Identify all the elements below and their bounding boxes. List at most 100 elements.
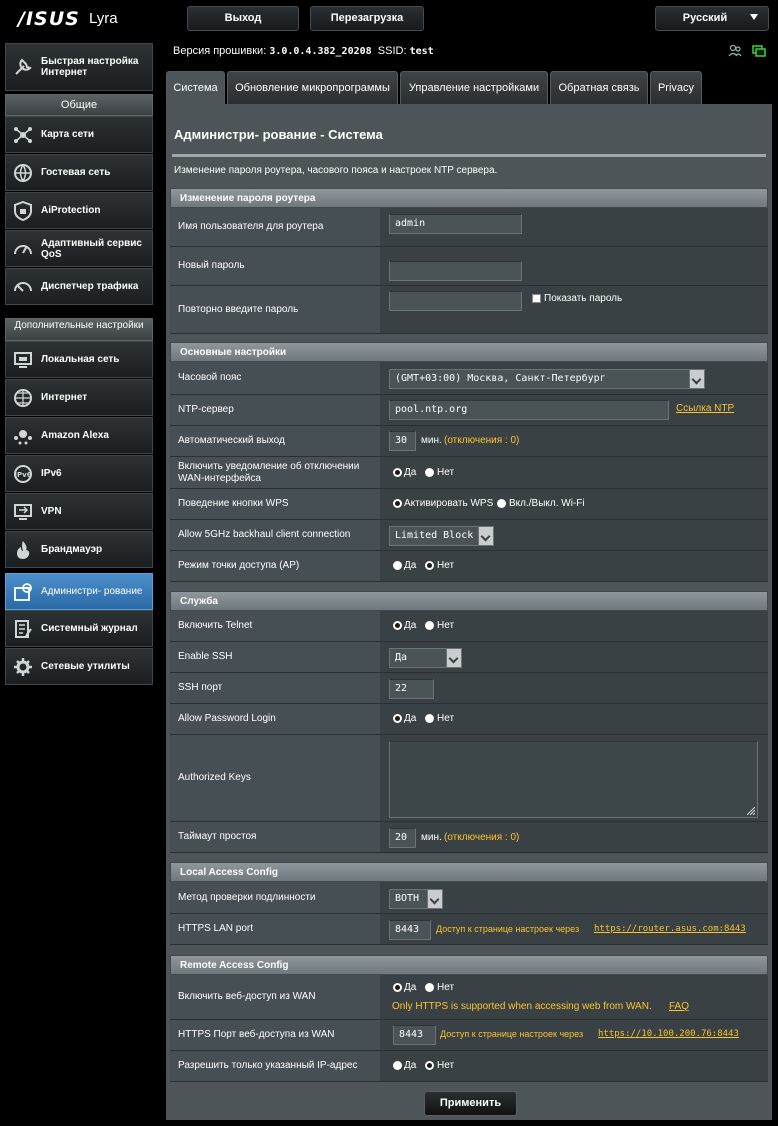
wan-access-yes-radio[interactable] <box>393 983 402 992</box>
sidebar-item-vpn[interactable]: VPN <box>5 493 153 530</box>
wan-port-input[interactable]: 8443 <box>393 1025 436 1045</box>
wan-port-label: HTTPS Порт веб-доступа из WAN <box>170 1020 380 1050</box>
tab-firmware-upgrade[interactable]: Обновление микропрограммы <box>227 71 398 104</box>
sidebar-item-label: Адаптивный сервис QoS <box>41 237 142 260</box>
row-ip-only: Разрешить только указанный IP-адрес Да Н… <box>170 1051 768 1082</box>
sidebar-item-label: Интернет <box>41 392 88 403</box>
row-autologout: Автоматический выход 30 мин. (отключения… <box>170 426 768 457</box>
ntp-link[interactable]: Ссылка NTP <box>676 403 734 414</box>
lan-icon <box>11 348 35 372</box>
chevron-down-icon <box>446 649 461 667</box>
telnet-no-label: Нет <box>437 620 455 631</box>
telnet-yes-radio[interactable] <box>393 621 402 630</box>
wan-access-yes-label: Да <box>404 982 417 993</box>
ntp-server-input[interactable]: pool.ntp.org <box>389 400 669 420</box>
wan-port-link[interactable]: https://10.100.200.76:8443 <box>598 1029 739 1039</box>
auth-method-value: BOTH <box>395 893 420 904</box>
timezone-select[interactable]: (GMT+03:00) Москва, Санкт-Петербург <box>389 369 705 389</box>
wps-activate-radio[interactable] <box>393 499 402 508</box>
sidebar-header-general: Общие <box>5 94 153 116</box>
sidebar-item-lan[interactable]: Локальная сеть <box>5 341 153 378</box>
wan-notify-label: Включить уведомление об отключении WAN-и… <box>170 457 380 488</box>
tab-system[interactable]: Система <box>166 71 225 104</box>
ssid-value[interactable]: test <box>410 46 434 57</box>
sidebar-item-qos[interactable]: Адаптивный сервис QoS <box>5 230 153 267</box>
telnet-no-radio[interactable] <box>425 621 434 630</box>
language-select[interactable]: Русский <box>655 6 769 31</box>
reboot-button[interactable]: Перезагрузка <box>310 6 424 31</box>
sidebar-item-label: Локальная сеть <box>41 354 120 365</box>
row-wan-access: Включить веб-доступ из WAN Да Нет Only H… <box>170 975 768 1020</box>
apply-button[interactable]: Применить <box>424 1091 517 1116</box>
idle-timeout-unit: мин. <box>421 832 442 843</box>
repeat-password-label: Повторно введите пароль <box>170 286 380 333</box>
password-login-yes-radio[interactable] <box>393 714 402 723</box>
sidebar-item-firewall[interactable]: Брандмауэр <box>5 531 153 568</box>
wps-label: Поведение кнопки WPS <box>170 489 380 519</box>
ap-mode-yes-radio[interactable] <box>393 561 402 570</box>
connection-status-icon[interactable] <box>752 44 766 58</box>
sidebar-item-alexa[interactable]: Amazon Alexa <box>5 417 153 454</box>
alexa-icon <box>11 424 35 448</box>
faq-link[interactable]: FAQ <box>669 1001 689 1012</box>
wan-notify-no-radio[interactable] <box>425 468 434 477</box>
section-header-basic: Основные настройки <box>170 342 768 362</box>
row-backhaul: Allow 5GHz backhaul client connection Li… <box>170 520 768 551</box>
ssh-label: Enable SSH <box>170 642 380 672</box>
shield-icon <box>11 199 35 223</box>
sidebar-item-aiprotection[interactable]: AiProtection <box>5 192 153 229</box>
ip-only-yes-radio[interactable] <box>393 1061 402 1070</box>
tab-feedback[interactable]: Обратная связь <box>550 71 648 104</box>
language-label: Русский <box>682 12 728 24</box>
wps-activate-label: Активировать WPS <box>404 498 494 509</box>
https-lan-port-input[interactable]: 8443 <box>389 920 431 940</box>
backhaul-select[interactable]: Limited Block <box>389 526 494 546</box>
https-lan-link[interactable]: https://router.asus.com:8443 <box>594 924 746 934</box>
sidebar-item-internet[interactable]: Интернет <box>5 379 153 416</box>
authorized-keys-textarea[interactable] <box>389 741 758 818</box>
sidebar-item-quick-setup[interactable]: Быстрая настройка Интернет <box>5 43 153 91</box>
sidebar-item-traffic[interactable]: Диспетчер трафика <box>5 268 153 305</box>
auth-method-select[interactable]: BOTH <box>389 889 443 909</box>
ap-mode-no-radio[interactable] <box>425 561 434 570</box>
wan-notify-yes-radio[interactable] <box>393 468 402 477</box>
tab-settings-management[interactable]: Управление настройками <box>400 71 548 104</box>
ssh-port-input[interactable]: 22 <box>389 679 434 699</box>
ssh-port-label: SSH порт <box>170 673 380 703</box>
ipv6-icon: IPv6 <box>11 462 35 486</box>
username-input[interactable]: admin <box>389 214 522 234</box>
sidebar-item-syslog[interactable]: Системный журнал <box>5 610 153 647</box>
chevron-down-icon <box>689 370 704 388</box>
new-password-input[interactable] <box>389 261 522 281</box>
tab-privacy[interactable]: Privacy <box>650 71 702 104</box>
sidebar-item-network-tools[interactable]: Сетевые утилиты <box>5 648 153 685</box>
wan-access-no-radio[interactable] <box>425 983 434 992</box>
row-ssh-port: SSH порт 22 <box>170 673 768 704</box>
ip-only-no-radio[interactable] <box>425 1061 434 1070</box>
password-login-no-radio[interactable] <box>425 714 434 723</box>
firmware-version[interactable]: 3.0.0.4.382_20208 <box>269 46 371 57</box>
backhaul-value: Limited Block <box>395 530 474 541</box>
wps-wifi-radio[interactable] <box>497 499 506 508</box>
new-password-label: Новый пароль <box>170 247 380 285</box>
idle-timeout-input[interactable]: 20 <box>389 828 416 848</box>
row-timezone: Часовой пояс (GMT+03:00) Москва, Санкт-П… <box>170 362 768 395</box>
sidebar-item-administration[interactable]: Администри- рование <box>5 573 153 610</box>
autologout-hint: (отключения : 0) <box>444 435 520 446</box>
row-password-login: Allow Password Login Да Нет <box>170 704 768 735</box>
password-login-no-label: Нет <box>437 713 455 724</box>
sidebar-item-ipv6[interactable]: IPv6 IPv6 <box>5 455 153 492</box>
sidebar-item-network-map[interactable]: Карта сети <box>5 116 153 153</box>
users-icon[interactable] <box>728 44 742 58</box>
sidebar-item-guest-network[interactable]: Гостевая сеть <box>5 154 153 191</box>
sidebar-item-label: AiProtection <box>41 205 101 216</box>
globe-icon <box>11 386 35 410</box>
guest-network-icon <box>11 161 35 185</box>
show-password-checkbox[interactable] <box>532 294 541 303</box>
repeat-password-input[interactable] <box>389 291 522 311</box>
autologout-input[interactable]: 30 <box>389 431 416 451</box>
ssh-value: Да <box>395 652 408 663</box>
ap-mode-no-label: Нет <box>437 560 455 571</box>
ssh-select[interactable]: Да <box>389 648 462 668</box>
logout-button[interactable]: Выход <box>187 6 299 31</box>
